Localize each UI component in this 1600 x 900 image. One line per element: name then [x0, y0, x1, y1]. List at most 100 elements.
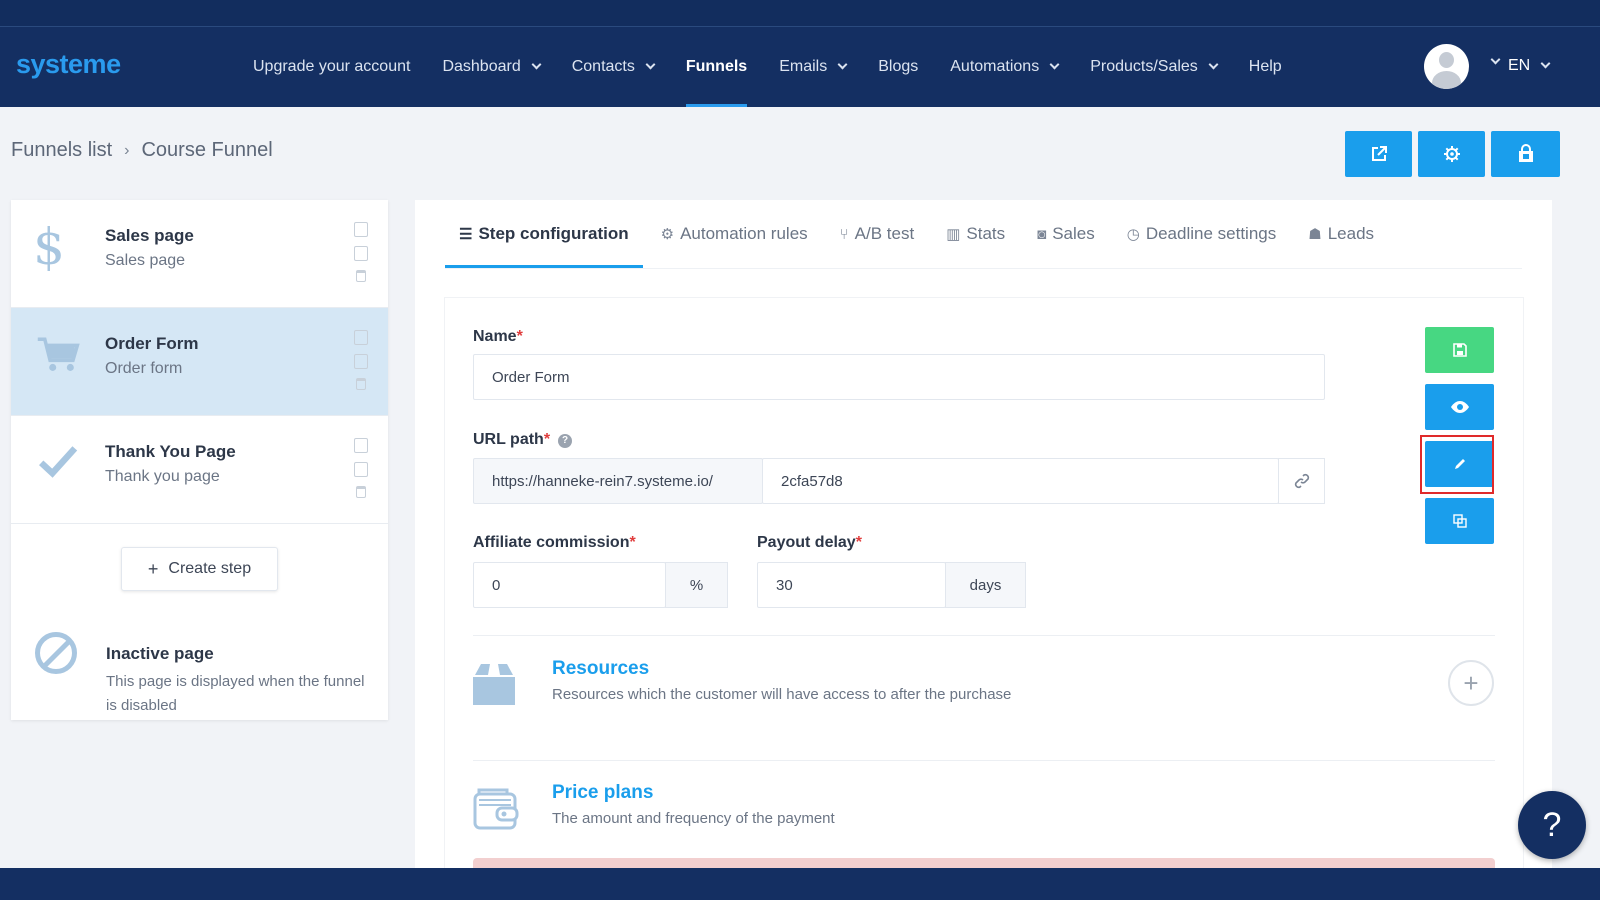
add-resource-button[interactable]: +	[1448, 660, 1494, 706]
section-divider	[473, 760, 1495, 761]
breadcrumb-funnels-list[interactable]: Funnels list	[11, 139, 112, 162]
save-button[interactable]	[1425, 327, 1494, 373]
step-inactive-page[interactable]: Inactive page This page is displayed whe…	[11, 614, 388, 724]
copy-to-funnel-icon[interactable]	[354, 462, 368, 477]
payout-delay-input[interactable]: 30	[757, 562, 946, 608]
breadcrumb: Funnels list › Course Funnel	[11, 139, 273, 162]
open-funnel-button[interactable]	[1345, 131, 1412, 177]
payout-delay-label: Payout delay*	[757, 534, 862, 551]
bar-chart-icon: ▥	[946, 226, 961, 243]
url-path-input[interactable]: 2cfa57d8	[762, 458, 1279, 504]
chevron-down-icon	[645, 59, 656, 70]
affiliate-commission-input[interactable]: 0	[473, 562, 666, 608]
chevron-down-icon	[1540, 58, 1551, 69]
step-tools	[351, 438, 371, 498]
resources-title[interactable]: Resources	[552, 658, 649, 680]
breadcrumb-current: Course Funnel	[141, 139, 273, 161]
duplicate-page-button[interactable]	[1425, 498, 1494, 544]
name-input[interactable]: Order Form	[473, 354, 1325, 400]
name-label: Name*	[473, 328, 523, 345]
affiliate-commission-label: Affiliate commission*	[473, 534, 636, 551]
create-step-button[interactable]: + Create step	[121, 547, 278, 591]
eye-icon	[1450, 401, 1469, 413]
ban-icon	[35, 632, 77, 674]
copy-to-funnel-icon[interactable]	[354, 354, 368, 369]
avatar-chevron-down-icon[interactable]	[1490, 54, 1501, 65]
language-selector[interactable]: EN	[1508, 57, 1551, 75]
money-icon: ◙	[1037, 225, 1047, 243]
step-tools	[351, 222, 371, 282]
tab-automation-rules[interactable]: ⚙ Automation rules	[647, 200, 822, 268]
nav-dashboard[interactable]: Dashboard	[442, 27, 542, 107]
bottom-bar	[0, 868, 1600, 900]
percent-addon: %	[665, 562, 728, 608]
nav-emails[interactable]: Emails	[779, 27, 848, 107]
trash-icon[interactable]	[356, 486, 366, 498]
preview-button[interactable]	[1425, 384, 1494, 430]
tab-ab-test[interactable]: ⑂ A/B test	[826, 200, 929, 268]
nav-funnels[interactable]: Funnels	[685, 27, 748, 107]
funnel-store-button[interactable]	[1491, 131, 1560, 177]
alert-bar	[473, 858, 1495, 868]
external-link-icon	[1371, 146, 1387, 161]
required-marker: *	[629, 534, 636, 551]
nav-upgrade-account[interactable]: Upgrade your account	[253, 27, 410, 107]
chevron-down-icon	[837, 59, 848, 70]
duplicate-icon[interactable]	[354, 222, 368, 237]
price-plans-title[interactable]: Price plans	[552, 782, 653, 804]
duplicate-icon[interactable]	[354, 438, 368, 453]
step-order-form[interactable]: Order Form Order form	[11, 308, 388, 416]
funnel-settings-button[interactable]	[1418, 131, 1485, 177]
clock-icon: ◷	[1126, 226, 1140, 243]
help-icon[interactable]: ?	[558, 434, 573, 448]
chevron-down-icon	[1208, 59, 1219, 70]
main-nav: Upgrade your account Dashboard Contacts …	[253, 27, 1314, 107]
tab-underline	[445, 268, 1522, 269]
tab-stats[interactable]: ▥ Stats	[932, 200, 1019, 268]
tab-deadline-settings[interactable]: ◷ Deadline settings	[1113, 200, 1291, 268]
chevron-down-icon	[1049, 59, 1060, 70]
copy-link-button[interactable]	[1278, 458, 1325, 504]
user-avatar[interactable]	[1424, 44, 1469, 89]
price-plans-description: The amount and frequency of the payment	[552, 810, 835, 827]
check-icon	[39, 446, 78, 478]
duplicate-icon[interactable]	[354, 330, 368, 345]
gear-icon	[1443, 146, 1460, 162]
trash-icon[interactable]	[356, 378, 366, 390]
section-divider	[473, 635, 1495, 636]
nav-products-sales[interactable]: Products/Sales	[1090, 27, 1219, 107]
breadcrumb-separator: ›	[124, 141, 130, 159]
step-tools	[351, 330, 371, 390]
create-step-wrap: + Create step	[11, 524, 388, 614]
split-icon: ⑂	[839, 225, 849, 243]
tab-leads[interactable]: ☗ Leads	[1294, 200, 1388, 268]
dollar-icon: $	[33, 218, 65, 276]
nav-automations[interactable]: Automations	[950, 27, 1060, 107]
save-icon	[1452, 343, 1467, 357]
copy-to-funnel-icon[interactable]	[354, 246, 368, 261]
nav-contacts[interactable]: Contacts	[572, 27, 656, 107]
avatar-body	[1432, 71, 1461, 89]
trash-icon[interactable]	[356, 270, 366, 282]
nav-blogs[interactable]: Blogs	[878, 27, 918, 107]
nav-help[interactable]: Help	[1249, 27, 1282, 107]
step-thank-you-page[interactable]: Thank You Page Thank you page	[11, 416, 388, 524]
box-icon	[473, 664, 515, 705]
help-chat-button[interactable]: ?	[1518, 791, 1586, 859]
copy-icon	[1452, 514, 1467, 528]
chevron-down-icon	[531, 59, 542, 70]
wallet-icon	[473, 788, 519, 830]
required-marker: *	[543, 431, 551, 448]
cart-icon	[37, 337, 80, 371]
cogs-icon: ⚙	[660, 226, 675, 243]
tab-step-configuration[interactable]: ☰ Step configuration	[445, 200, 643, 268]
plus-icon: +	[147, 558, 159, 579]
systeme-logo[interactable]: systeme	[16, 49, 121, 80]
top-navbar: systeme Upgrade your account Dashboard C…	[0, 27, 1600, 107]
url-path-label: URL path*?	[473, 431, 573, 449]
tab-sales[interactable]: ◙ Sales	[1023, 200, 1109, 268]
step-detail-panel: ☰ Step configuration ⚙ Automation rules ⑂ A…	[415, 200, 1552, 878]
top-strip	[0, 0, 1600, 27]
step-sales-page[interactable]: $ Sales page Sales page	[11, 200, 388, 308]
avatar-head	[1439, 52, 1454, 68]
